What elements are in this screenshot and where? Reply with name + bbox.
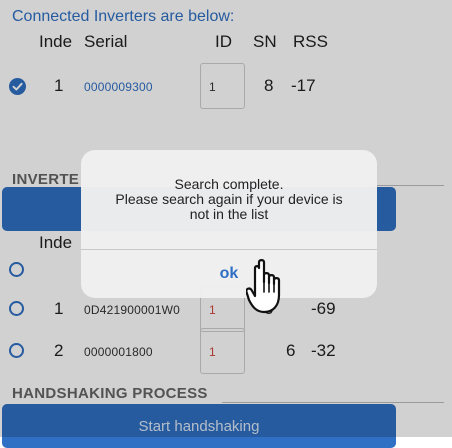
hand-pointer-icon bbox=[245, 258, 296, 321]
dialog-line: not in the list bbox=[189, 206, 269, 222]
ok-button[interactable]: ok bbox=[81, 250, 377, 298]
dialog-line: Search complete. bbox=[174, 176, 284, 192]
dialog-message: Search complete. Please search again if … bbox=[81, 177, 377, 222]
dialog-line: Please search again if your device is bbox=[115, 191, 343, 207]
alert-dialog: Search complete. Please search again if … bbox=[81, 150, 377, 298]
